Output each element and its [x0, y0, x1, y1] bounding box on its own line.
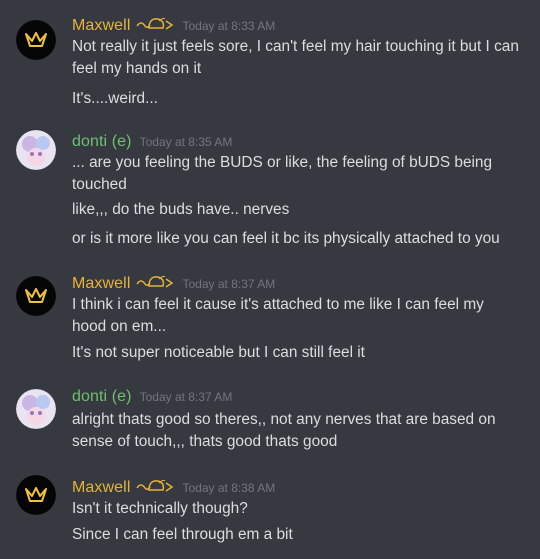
- avatar[interactable]: [16, 130, 56, 170]
- username[interactable]: Maxwell: [72, 479, 131, 497]
- timestamp: Today at 8:33 AM: [182, 19, 276, 33]
- crown-icon: [16, 20, 56, 60]
- avatar[interactable]: [16, 389, 56, 429]
- message-line: It's not super noticeable but I can stil…: [72, 344, 365, 361]
- timestamp: Today at 8:37 AM: [139, 390, 233, 404]
- username[interactable]: Maxwell: [72, 17, 131, 35]
- avatar[interactable]: [16, 20, 56, 60]
- username[interactable]: Maxwell: [72, 275, 131, 293]
- message-line: I think i can feel it cause it's attache…: [72, 296, 484, 335]
- anime-avatar-icon: [16, 130, 56, 170]
- message-header: Maxwell Today at 8:33 AM: [72, 14, 275, 36]
- message-line: like,,, do the buds have.. nerves: [72, 201, 290, 218]
- message-line: ... are you feeling the BUDS or like, th…: [72, 154, 493, 193]
- avatar[interactable]: [16, 475, 56, 515]
- timestamp: Today at 8:38 AM: [182, 481, 276, 495]
- timestamp: Today at 8:37 AM: [182, 277, 276, 291]
- timestamp: Today at 8:35 AM: [139, 135, 233, 149]
- message-header: Maxwell Today at 8:37 AM: [72, 272, 275, 294]
- snail-badge-icon: [135, 478, 175, 499]
- username[interactable]: donti (e): [72, 388, 132, 406]
- message-header: donti (e) Today at 8:37 AM: [72, 388, 232, 410]
- message-line: or is it more like you can feel it bc it…: [72, 230, 500, 247]
- anime-avatar-icon: [16, 389, 56, 429]
- message-line: Not really it just feels sore, I can't f…: [72, 38, 519, 77]
- avatar[interactable]: [16, 276, 56, 316]
- message-header: Maxwell Today at 8:38 AM: [72, 476, 275, 498]
- snail-badge-icon: [135, 274, 175, 295]
- message-line: Isn't it technically though?: [72, 500, 248, 517]
- chat-messages: Maxwell Today at 8:33 AM Not really it j…: [0, 0, 540, 559]
- crown-icon: [16, 276, 56, 316]
- crown-icon: [16, 475, 56, 515]
- message-line: Since I can feel through em a bit: [72, 526, 293, 543]
- username[interactable]: donti (e): [72, 133, 132, 151]
- message-line: It's....weird...: [72, 90, 158, 107]
- message-line: alright thats good so theres,, not any n…: [72, 411, 496, 450]
- snail-badge-icon: [135, 16, 175, 37]
